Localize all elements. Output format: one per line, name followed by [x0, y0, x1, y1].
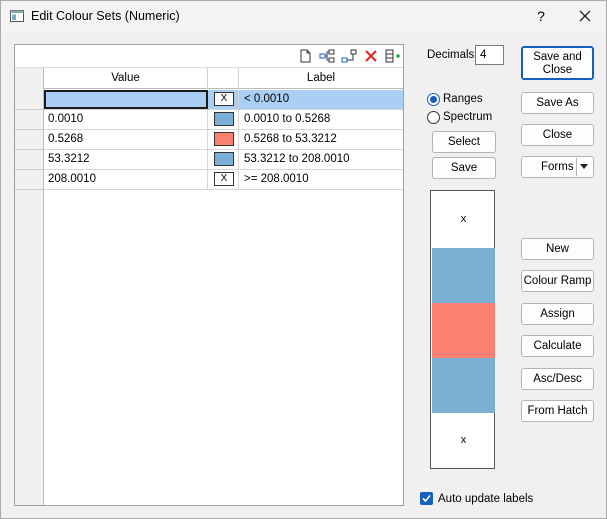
new-button[interactable]: New — [521, 238, 594, 260]
preview-band-blue — [432, 248, 495, 303]
swatch-cell[interactable] — [208, 130, 239, 149]
title-bar: Edit Colour Sets (Numeric) ? — [1, 1, 606, 32]
table-row[interactable]: 53.3212 53.3212 to 208.0010 — [44, 150, 403, 170]
table-row[interactable]: 0.5268 0.5268 to 53.3212 — [44, 130, 403, 150]
label-cell[interactable]: < 0.0010 — [239, 90, 403, 109]
colour-set-grid: Value Label X < 0.0010 0.0010 0.0010 to … — [14, 44, 404, 506]
select-button[interactable]: Select — [432, 131, 496, 153]
column-header-swatch[interactable] — [208, 68, 239, 89]
ranges-radio[interactable]: Ranges — [427, 92, 517, 108]
label-cell[interactable]: >= 208.0010 — [239, 170, 403, 189]
checkmark-icon — [422, 494, 431, 503]
radio-selected-indicator[interactable] — [427, 93, 440, 106]
row-header[interactable] — [15, 150, 44, 170]
edit-colour-sets-dialog: Edit Colour Sets (Numeric) ? Value Label… — [0, 0, 607, 519]
decimals-label: Decimals — [427, 49, 475, 61]
column-header-label[interactable]: Label — [239, 68, 403, 89]
row-header[interactable] — [15, 90, 44, 110]
chevron-down-icon[interactable] — [580, 164, 588, 169]
column-header-value[interactable]: Value — [44, 68, 208, 89]
preview-band-salmon — [432, 303, 495, 358]
insert-row-icon[interactable] — [319, 48, 335, 64]
save-as-button[interactable]: Save As — [521, 92, 594, 114]
swatch-cell[interactable] — [208, 150, 239, 169]
save-button[interactable]: Save — [432, 157, 496, 179]
no-colour-swatch[interactable]: X — [214, 92, 234, 106]
spectrum-radio[interactable]: Spectrum — [427, 110, 517, 126]
table-row[interactable]: 208.0010 X >= 208.0010 — [44, 170, 403, 190]
table-row[interactable]: X < 0.0010 — [44, 90, 403, 110]
swatch-cell[interactable]: X — [208, 90, 239, 109]
row-header[interactable] — [15, 110, 44, 130]
table-row[interactable]: 0.0010 0.0010 to 0.5268 — [44, 110, 403, 130]
save-and-close-button[interactable]: Save and Close — [521, 46, 594, 80]
value-cell[interactable]: 208.0010 — [44, 170, 208, 189]
row-header[interactable] — [15, 130, 44, 150]
value-cell[interactable]: 53.3212 — [44, 150, 208, 169]
grid-header: Value Label — [15, 67, 403, 89]
swatch-cell[interactable]: X — [208, 170, 239, 189]
value-cell[interactable] — [44, 90, 208, 109]
preview-band-blue — [432, 358, 495, 413]
colour-swatch[interactable] — [214, 152, 234, 166]
close-icon[interactable] — [574, 5, 596, 27]
radio-indicator[interactable] — [427, 111, 440, 124]
window-title: Edit Colour Sets (Numeric) — [31, 9, 180, 23]
label-cell[interactable]: 0.5268 to 53.3212 — [239, 130, 403, 149]
header-corner — [15, 68, 44, 89]
colour-ramp-button[interactable]: Colour Ramp — [521, 270, 594, 292]
label-cell[interactable]: 53.3212 to 208.0010 — [239, 150, 403, 169]
delete-icon[interactable] — [363, 48, 379, 64]
add-column-icon[interactable] — [385, 48, 401, 64]
append-row-icon[interactable] — [341, 48, 357, 64]
preview-band-none: x — [460, 213, 467, 225]
help-button[interactable]: ? — [530, 5, 552, 27]
window-icon — [10, 10, 24, 22]
asc-desc-button[interactable]: Asc/Desc — [521, 368, 594, 390]
auto-update-label: Auto update labels — [438, 493, 534, 505]
decimals-input[interactable]: 4 — [475, 45, 504, 65]
no-colour-swatch[interactable]: X — [214, 172, 234, 186]
row-header[interactable] — [15, 170, 44, 190]
close-button[interactable]: Close — [521, 124, 594, 146]
forms-split-divider — [576, 158, 577, 176]
value-cell[interactable]: 0.0010 — [44, 110, 208, 129]
colour-swatch[interactable] — [214, 132, 234, 146]
colour-swatch[interactable] — [214, 112, 234, 126]
assign-button[interactable]: Assign — [521, 303, 594, 325]
swatch-cell[interactable] — [208, 110, 239, 129]
new-document-icon[interactable] — [297, 48, 313, 64]
grid-toolbar — [15, 45, 403, 67]
spectrum-label: Spectrum — [443, 111, 493, 123]
from-hatch-button[interactable]: From Hatch — [521, 400, 594, 422]
calculate-button[interactable]: Calculate — [521, 335, 594, 357]
auto-update-checkbox[interactable] — [420, 492, 433, 505]
colour-preview: x x — [430, 190, 495, 469]
value-cell[interactable]: 0.5268 — [44, 130, 208, 149]
ranges-label: Ranges — [443, 93, 483, 105]
preview-band-none: x — [460, 434, 467, 446]
label-cell[interactable]: 0.0010 to 0.5268 — [239, 110, 403, 129]
